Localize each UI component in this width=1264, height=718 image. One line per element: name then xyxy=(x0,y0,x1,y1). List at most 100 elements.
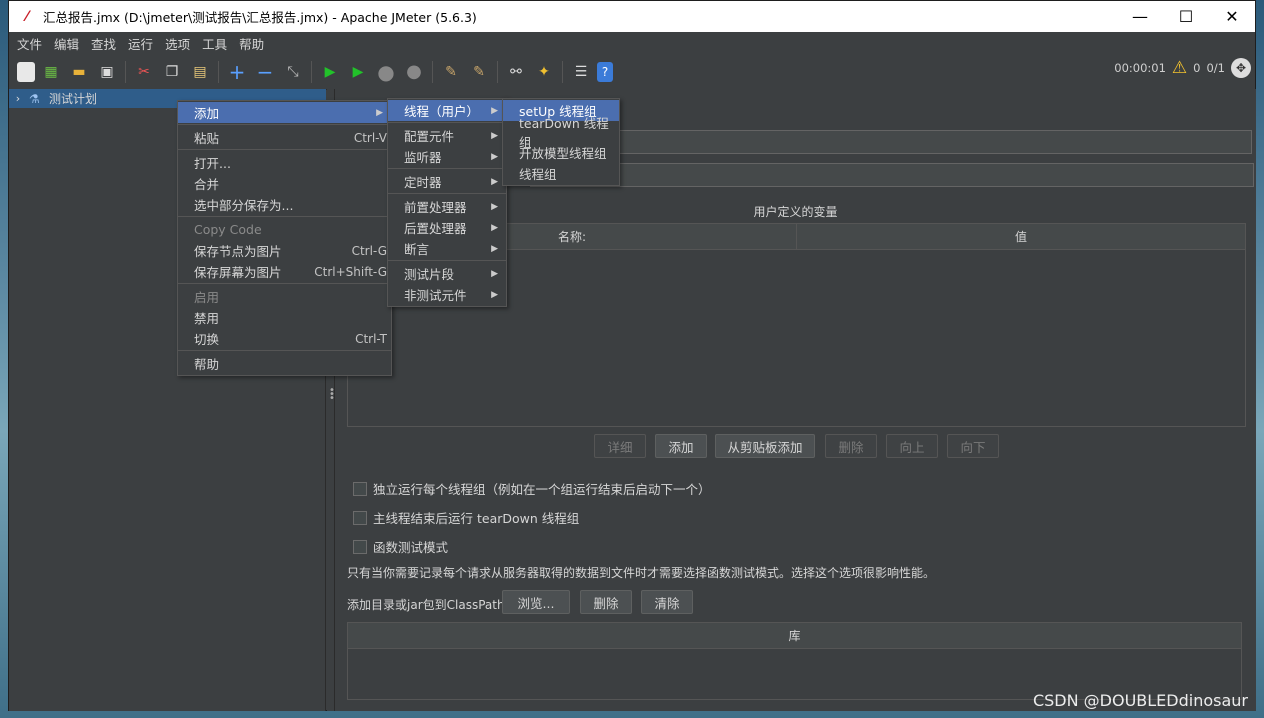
minimize-button[interactable]: — xyxy=(1117,1,1163,32)
start-icon[interactable]: ▶ xyxy=(318,60,342,84)
menu-item-disable[interactable]: 禁用 xyxy=(178,307,391,328)
menu-item-label: 粘贴 xyxy=(194,131,220,146)
add-from-clipboard-button[interactable]: 从剪贴板添加 xyxy=(715,434,815,458)
new-icon[interactable] xyxy=(17,61,35,82)
shutdown-icon[interactable]: ● xyxy=(402,60,426,84)
maximize-button[interactable]: ☐ xyxy=(1163,1,1209,32)
submenu-item-open-model-thread-group[interactable]: 开放模型线程组 xyxy=(503,142,619,163)
submenu-arrow-icon: ▶ xyxy=(491,105,498,116)
run-teardown-after-shutdown[interactable]: 主线程结束后运行 tearDown 线程组 xyxy=(353,508,579,527)
jmeter-feather-icon: ⁄ xyxy=(25,8,29,25)
elapsed-time: 00:00:01 xyxy=(1114,61,1166,75)
reset-search-icon[interactable]: ✦ xyxy=(532,60,556,84)
save-icon[interactable]: ▣ xyxy=(95,60,119,84)
menu-item-label: 非测试元件 xyxy=(404,288,467,303)
submenu-arrow-icon: ▶ xyxy=(491,201,498,212)
close-button[interactable]: ✕ xyxy=(1209,1,1255,32)
paste-icon[interactable]: ▤ xyxy=(188,60,212,84)
name-field[interactable] xyxy=(530,130,1252,154)
submenu-item-postprocessor[interactable]: 后置处理器 ▶ xyxy=(388,217,506,238)
menu-item-enable[interactable]: 启用 xyxy=(178,286,391,307)
classpath-delete-button[interactable]: 删除 xyxy=(580,590,632,614)
menu-item-copy-code[interactable]: Copy Code xyxy=(178,219,391,240)
stop-icon[interactable]: ● xyxy=(374,60,398,84)
menu-tools[interactable]: 工具 xyxy=(196,34,233,53)
menu-edit[interactable]: 编辑 xyxy=(48,34,85,53)
thread-submenu: setUp 线程组 tearDown 线程组 开放模型线程组 线程组 xyxy=(502,98,620,186)
submenu-item-assertion[interactable]: 断言 ▶ xyxy=(388,238,506,259)
thread-count: 0/1 xyxy=(1206,61,1225,75)
open-icon[interactable]: ▬ xyxy=(67,60,91,84)
menu-item-label: 保存节点为图片 xyxy=(194,244,282,259)
checkbox-label: 函数测试模式 xyxy=(373,540,449,555)
delete-button[interactable]: 删除 xyxy=(825,434,877,458)
expand-icon[interactable]: + xyxy=(225,60,249,84)
submenu-item-test-fragment[interactable]: 测试片段 ▶ xyxy=(388,263,506,284)
shortcut: Ctrl-V xyxy=(353,130,387,145)
shortcut: Ctrl-G xyxy=(351,243,387,258)
menu-options[interactable]: 选项 xyxy=(159,34,196,53)
start-no-pause-icon[interactable]: ▶ xyxy=(346,60,370,84)
help-icon[interactable]: ? xyxy=(597,61,613,82)
checkbox-label: 主线程结束后运行 tearDown 线程组 xyxy=(373,511,580,526)
checkbox[interactable] xyxy=(353,539,367,554)
detail-button[interactable]: 详细 xyxy=(594,434,646,458)
menu-item-merge[interactable]: 合并 xyxy=(178,173,391,194)
submenu-item-listener[interactable]: 监听器 ▶ xyxy=(388,146,506,167)
submenu-item-config[interactable]: 配置元件 ▶ xyxy=(388,125,506,146)
search-icon[interactable]: ⚯ xyxy=(504,60,528,84)
browse-button[interactable]: 浏览... xyxy=(502,590,570,614)
move-down-button[interactable]: 向下 xyxy=(947,434,999,458)
submenu-arrow-icon: ▶ xyxy=(491,268,498,279)
cut-icon[interactable]: ✂ xyxy=(132,60,156,84)
function-helper-icon[interactable]: ☰ xyxy=(569,60,593,84)
classpath-clear-button[interactable]: 清除 xyxy=(641,590,693,614)
table-header: 库 xyxy=(348,623,1241,649)
warning-icon[interactable]: ⚠ xyxy=(1172,58,1187,78)
menu-item-label: 测试片段 xyxy=(404,267,455,282)
clear-icon[interactable]: ✎ xyxy=(439,60,463,84)
submenu-item-timer[interactable]: 定时器 ▶ xyxy=(388,171,506,192)
add-button[interactable]: 添加 xyxy=(655,434,707,458)
menu-item-help[interactable]: 帮助 xyxy=(178,353,391,374)
submenu-item-preprocessor[interactable]: 前置处理器 ▶ xyxy=(388,196,506,217)
menu-item-label: Copy Code xyxy=(194,222,262,237)
menu-item-label: 添加 xyxy=(194,106,220,121)
submenu-arrow-icon: ▶ xyxy=(376,107,383,118)
menu-item-toggle[interactable]: 切换 Ctrl-T xyxy=(178,328,391,349)
menu-item-save-node-image[interactable]: 保存节点为图片 Ctrl-G xyxy=(178,240,391,261)
menu-run[interactable]: 运行 xyxy=(122,34,159,53)
menu-item-open[interactable]: 打开... xyxy=(178,152,391,173)
submenu-item-threads[interactable]: 线程（用户） ▶ xyxy=(388,100,506,121)
flask-icon: ⚗ xyxy=(29,91,40,106)
title-bar: ⁄ 汇总报告.jmx (D:\jmeter\测试报告\汇总报告.jmx) - A… xyxy=(9,1,1255,32)
chevron-right-icon[interactable]: › xyxy=(11,92,25,105)
menu-item-save-screen-image[interactable]: 保存屏幕为图片 Ctrl+Shift-G xyxy=(178,261,391,282)
menu-item-save-selection[interactable]: 选中部分保存为... xyxy=(178,194,391,215)
toolbar-separator xyxy=(125,60,126,83)
menu-item-paste[interactable]: 粘贴 Ctrl-V xyxy=(178,127,391,148)
collapse-icon[interactable]: − xyxy=(253,60,277,84)
watermark: CSDN @DOUBLEDdinosaur xyxy=(1032,691,1248,710)
submenu-arrow-icon: ▶ xyxy=(491,130,498,141)
comments-field[interactable] xyxy=(530,163,1254,187)
templates-icon[interactable]: ▦ xyxy=(39,60,63,84)
checkbox[interactable] xyxy=(353,481,367,496)
toggle-icon[interactable]: ⤡ xyxy=(281,60,305,84)
run-thread-groups-consecutively[interactable]: 独立运行每个线程组（例如在一个组运行结束后启动下一个） xyxy=(353,479,711,498)
move-up-button[interactable]: 向上 xyxy=(886,434,938,458)
menu-help[interactable]: 帮助 xyxy=(233,34,270,53)
functional-test-mode[interactable]: 函数测试模式 xyxy=(353,537,448,556)
menu-item-add[interactable]: 添加 ▶ xyxy=(178,102,391,123)
submenu-item-non-test[interactable]: 非测试元件 ▶ xyxy=(388,284,506,305)
menu-search[interactable]: 查找 xyxy=(85,34,122,53)
menu-file[interactable]: 文件 xyxy=(11,34,48,53)
remote-status-icon[interactable]: ✥ xyxy=(1231,58,1251,78)
submenu-item-teardown-thread-group[interactable]: tearDown 线程组 xyxy=(503,116,619,150)
clear-all-icon[interactable]: ✎ xyxy=(467,60,491,84)
menu-item-label: 线程（用户） xyxy=(404,104,480,119)
checkbox[interactable] xyxy=(353,510,367,525)
submenu-item-thread-group[interactable]: 线程组 xyxy=(503,163,619,184)
menu-item-label: 断言 xyxy=(404,242,430,257)
copy-icon[interactable]: ❐ xyxy=(160,60,184,84)
